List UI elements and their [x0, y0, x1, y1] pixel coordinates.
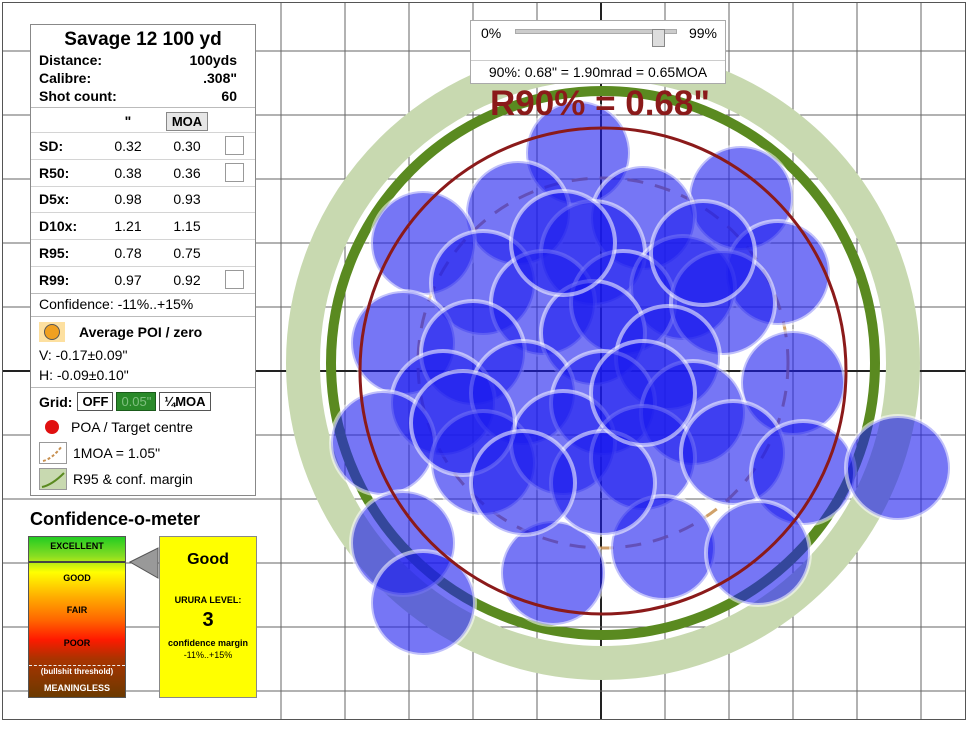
- group-title: Savage 12 100 yd: [64, 29, 222, 50]
- legend-r95: R95 & conf. margin: [31, 466, 255, 492]
- legend-moa: 1MOA = 1.05": [31, 440, 255, 466]
- stat-row-d5x: D5x: 0.98 0.93: [31, 185, 255, 213]
- shot-hole: [509, 189, 617, 297]
- stat-toggle-checkbox[interactable]: [225, 163, 244, 183]
- stats-panel: Savage 12 100 yd Distance: 100yds Calibre…: [30, 24, 256, 496]
- info-row-calibre: Calibre: .308": [39, 70, 237, 86]
- percentile-slider-panel: 0% 99% 90%: 0.68" = 1.90mrad = 0.65MOA: [470, 20, 726, 84]
- info-row-shot-count: Shot count: 60: [39, 88, 237, 104]
- urura-level-value: 3: [202, 609, 214, 631]
- confidence-meter-title: Confidence-o-meter: [30, 509, 201, 529]
- unit-moa-button[interactable]: MOA: [165, 111, 209, 131]
- stat-row-r99: R99: 0.97 0.92: [31, 265, 255, 293]
- meter-pointer-icon: [128, 547, 159, 579]
- stat-toggle-checkbox[interactable]: [225, 136, 244, 156]
- red-dot-icon: [45, 419, 59, 434]
- grid-off-button[interactable]: OFF: [77, 392, 114, 412]
- stat-row-sd: SD: 0.32 0.30: [31, 132, 255, 159]
- slider-caption: 90%: 0.68" = 1.90mrad = 0.65MOA: [471, 60, 725, 80]
- confidence-text: Confidence: -11%..+15%: [31, 292, 255, 314]
- stat-toggle-checkbox[interactable]: [225, 270, 244, 290]
- poi-vertical: V: -0.17±0.09": [39, 346, 128, 363]
- stat-row-d10x: D10x: 1.21 1.15: [31, 212, 255, 239]
- slider-max-label: 99%: [688, 25, 717, 41]
- unit-inch-button[interactable]: ": [97, 113, 159, 129]
- confidence-meter: EXCELLENT GOOD FAIR POOR (bullshit thres…: [28, 536, 126, 698]
- grid-quarter-moa-button[interactable]: ¼MOA: [159, 392, 211, 412]
- meter-bullshit-threshold: (bullshit threshold): [40, 667, 114, 676]
- percentile-slider-track[interactable]: [515, 29, 677, 47]
- grid-options: Grid: OFF 0.05" ¼MOA: [31, 390, 255, 414]
- confidence-rating-box: Good URURA LEVEL: 3 confidence margin -1…: [159, 536, 257, 698]
- meter-level-excellent: EXCELLENT: [50, 541, 104, 551]
- shot-hole: [469, 429, 577, 537]
- percentile-slider-thumb[interactable]: [651, 29, 665, 47]
- confidence-rating: Good: [187, 551, 229, 568]
- shot-hole: [704, 499, 812, 607]
- average-poi-row[interactable]: Average POI / zero: [31, 319, 255, 345]
- meter-level-meaningless: MEANINGLESS: [43, 683, 110, 693]
- r95-band-icon: [41, 472, 65, 488]
- poi-marker-icon: [44, 323, 60, 340]
- shot-hole: [589, 339, 697, 447]
- info-row-distance: Distance: 100yds: [39, 52, 237, 68]
- meter-level-good: GOOD: [63, 573, 91, 583]
- shot-hole: [649, 199, 757, 307]
- grid-005-button[interactable]: 0.05": [116, 392, 157, 412]
- stat-row-r50: R50: 0.38 0.36: [31, 158, 255, 186]
- legend-poa: POA / Target centre: [31, 414, 255, 440]
- stats-table: SD: 0.32 0.30 R50: 0.38 0.36 D5x: 0.98 0.9…: [31, 132, 255, 293]
- poi-horizontal: H: -0.09±0.10": [39, 366, 129, 383]
- shot-hole: [844, 414, 952, 522]
- r90-label: R90% = 0.68": [490, 84, 710, 123]
- stat-row-r95: R95: 0.78 0.75: [31, 239, 255, 266]
- meter-level-fair: FAIR: [66, 605, 88, 615]
- slider-min-label: 0%: [481, 25, 502, 41]
- meter-level-poor: POOR: [63, 638, 91, 648]
- moa-dashed-arc-icon: [42, 445, 63, 462]
- units-header: " MOA: [31, 110, 255, 132]
